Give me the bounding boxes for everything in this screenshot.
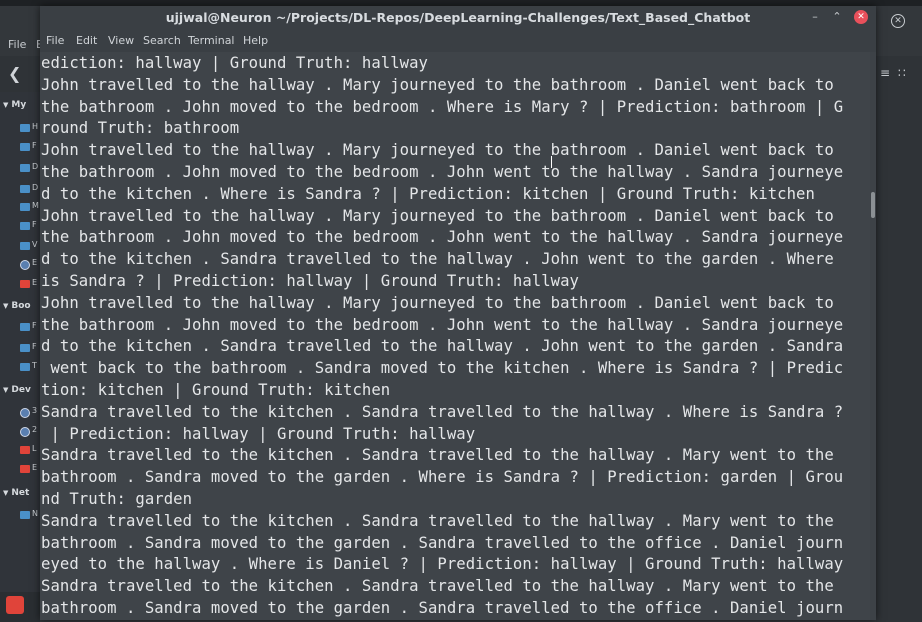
- sidebar-item[interactable]: M: [20, 201, 39, 213]
- expand-triangle-icon: ▼: [3, 386, 9, 394]
- folder-icon: [20, 323, 30, 331]
- close-button[interactable]: ✕: [854, 10, 868, 24]
- terminal-line: d to the kitchen . Sandra travelled to t…: [41, 250, 834, 269]
- sidebar-item[interactable]: E: [20, 463, 37, 475]
- sidebar-item[interactable]: D: [20, 162, 38, 174]
- menu-file[interactable]: File: [8, 38, 26, 51]
- menu-view[interactable]: View: [108, 34, 134, 47]
- sidebar-section-network[interactable]: ▼ Net: [3, 488, 29, 498]
- folder-icon: [20, 242, 30, 250]
- expand-triangle-icon: ▼: [3, 489, 9, 497]
- terminal-line: ediction: hallway | Ground Truth: hallwa…: [41, 54, 428, 72]
- terminal-line: | Prediction: hallway | Ground Truth: ha…: [41, 424, 476, 443]
- folder-icon: [20, 363, 30, 371]
- terminal-line: Sandra travelled to the kitchen . Sandra…: [41, 511, 834, 530]
- terminal-line: John travelled to the hallway . Mary jou…: [41, 293, 834, 312]
- sidebar-item[interactable]: F: [20, 342, 37, 354]
- sidebar-item[interactable]: L: [20, 444, 36, 456]
- menu-search[interactable]: Search: [143, 34, 181, 47]
- menu-file[interactable]: File: [46, 34, 64, 47]
- sidebar-item[interactable]: F: [20, 141, 37, 153]
- terminal-line: d to the kitchen . Where is Sandra ? | P…: [41, 184, 815, 203]
- scrollbar-thumb[interactable]: [871, 192, 875, 218]
- sidebar-item[interactable]: H: [20, 122, 38, 134]
- folder-icon: [20, 203, 30, 211]
- sidebar-item[interactable]: F: [20, 321, 37, 333]
- drive-icon: [20, 427, 30, 437]
- sidebar-item[interactable]: 2: [20, 425, 37, 437]
- terminal-line: is Sandra ? | Prediction: hallway | Grou…: [41, 272, 579, 290]
- file-manager-content: [876, 92, 922, 622]
- folder-icon: [20, 143, 30, 151]
- file-manager-toolbar-right: ≡ ∷: [876, 56, 922, 92]
- menu-terminal[interactable]: Terminal: [188, 34, 235, 47]
- terminal-line: nd Truth: garden: [41, 490, 193, 508]
- terminal-line: John travelled to the hallway . Mary jou…: [41, 75, 834, 94]
- sidebar-item[interactable]: T: [20, 361, 37, 373]
- drive-icon: [20, 408, 30, 418]
- minimize-button[interactable]: –: [808, 10, 822, 24]
- menu-edit[interactable]: Edit: [76, 34, 97, 47]
- sidebar-item[interactable]: E: [20, 258, 37, 270]
- sidebar: ▼ My H F D D M F V E E ▼ Boo F F T ▼ Dev 3 …: [0, 92, 40, 592]
- file-manager-statusbar: [0, 592, 40, 622]
- sidebar-section-bookmarks[interactable]: ▼ Boo: [3, 301, 31, 311]
- terminal-line: Sandra travelled to the kitchen . Sandra…: [41, 446, 834, 465]
- terminal-line: d to the kitchen . Sandra travelled to t…: [41, 337, 844, 356]
- terminal-menubar: File Edit View Search Terminal Help: [40, 30, 876, 52]
- menu-help[interactable]: Help: [243, 34, 268, 47]
- file-manager-menubar: File E: [0, 32, 43, 56]
- terminal-line: the bathroom . John moved to the bedroom…: [41, 97, 844, 116]
- folder-icon: [20, 222, 30, 230]
- terminal-line: Sandra travelled to the kitchen . Sandra…: [41, 402, 844, 421]
- window-title: ujjwal@Neuron ~/Projects/DL-Repos/DeepLe…: [165, 10, 751, 25]
- terminal-line: eyed to the hallway . Where is Daniel ? …: [41, 555, 844, 574]
- app-icon[interactable]: [6, 596, 24, 614]
- scrollbar[interactable]: [870, 52, 876, 620]
- close-icon[interactable]: ✕: [891, 14, 905, 28]
- drive-icon: [20, 260, 30, 270]
- trash-icon: [20, 280, 30, 288]
- terminal-line: the bathroom . John moved to the bedroom…: [41, 315, 844, 334]
- folder-icon: [20, 185, 30, 193]
- folder-icon: [20, 164, 30, 172]
- expand-triangle-icon: ▼: [3, 302, 9, 310]
- grid-view-icon[interactable]: ∷: [898, 66, 906, 80]
- expand-triangle-icon: ▼: [3, 101, 9, 109]
- sidebar-item[interactable]: 3: [20, 406, 37, 418]
- menu-lines-icon[interactable]: ≡: [880, 66, 890, 80]
- network-icon: [20, 511, 30, 519]
- folder-icon: [20, 124, 30, 132]
- folder-icon: [20, 344, 30, 352]
- file-manager-toolbar: ❮: [0, 56, 40, 92]
- terminal-line: bathroom . Sandra moved to the garden . …: [41, 533, 844, 552]
- terminal-titlebar[interactable]: ujjwal@Neuron ~/Projects/DL-Repos/DeepLe…: [40, 6, 876, 30]
- terminal-window: ujjwal@Neuron ~/Projects/DL-Repos/DeepLe…: [40, 6, 876, 620]
- sidebar-section-my-computer[interactable]: ▼ My: [3, 100, 26, 110]
- terminal-line: Sandra travelled to the kitchen . Sandra…: [41, 577, 834, 596]
- maximize-button[interactable]: ⌃: [830, 10, 844, 24]
- sidebar-item[interactable]: N: [20, 509, 38, 521]
- sidebar-item[interactable]: F: [20, 220, 37, 232]
- terminal-line: the bathroom . John moved to the bedroom…: [41, 163, 844, 181]
- sidebar-item[interactable]: E: [20, 278, 37, 290]
- terminal-line: bathroom . Sandra moved to the garden . …: [41, 468, 844, 487]
- terminal-line: John travelled to the hallway . Mary jou…: [41, 206, 834, 225]
- terminal-line: John travelled to the hallway . Mary jou…: [41, 141, 834, 160]
- sidebar-item[interactable]: D: [20, 183, 38, 195]
- text-cursor-icon: [551, 156, 552, 168]
- sidebar-item[interactable]: V: [20, 240, 37, 252]
- usb-drive-icon: [20, 465, 30, 473]
- back-arrow-icon[interactable]: ❮: [8, 64, 21, 83]
- terminal-output[interactable]: ediction: hallway | Ground Truth: hallwa…: [40, 52, 870, 620]
- terminal-line: went back to the bathroom . Sandra moved…: [41, 359, 844, 378]
- dvd-icon: [20, 446, 30, 454]
- terminal-line: the bathroom . John moved to the bedroom…: [41, 228, 844, 247]
- sidebar-section-devices[interactable]: ▼ Dev: [3, 385, 31, 395]
- terminal-line: bathroom . Sandra moved to the garden . …: [41, 599, 844, 617]
- terminal-line: tion: kitchen | Ground Truth: kitchen: [41, 381, 391, 399]
- terminal-line: round Truth: bathroom: [41, 119, 240, 138]
